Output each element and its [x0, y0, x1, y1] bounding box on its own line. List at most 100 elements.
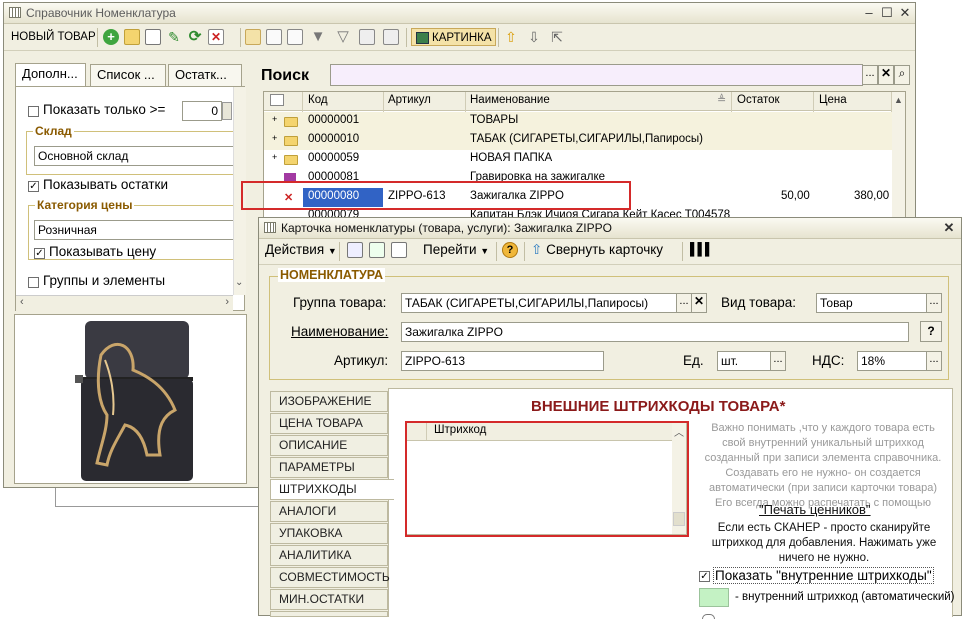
show-only-checkbox[interactable] — [28, 106, 39, 117]
group-clear-icon[interactable]: ✕ — [691, 293, 707, 313]
vat-label: НДС: — [812, 353, 845, 368]
select-icon[interactable]: ⇱ — [549, 29, 565, 45]
tab-list[interactable]: Список ... — [90, 64, 166, 86]
actions-menu[interactable]: Действия ▼ — [265, 242, 337, 257]
tab-additional[interactable]: Дополн... — [15, 63, 86, 87]
picture-toggle-button[interactable]: КАРТИНКА — [411, 28, 496, 46]
column-article[interactable]: Артикул — [388, 94, 431, 106]
tab-parameters[interactable]: ПАРАМЕТРЫ — [270, 457, 388, 478]
hierarchy-icon[interactable] — [245, 29, 261, 45]
expand-icon[interactable]: + — [272, 133, 277, 143]
picture-icon — [416, 32, 429, 44]
column-code[interactable]: Код — [308, 94, 328, 106]
window-icon — [9, 7, 21, 18]
calculator-icon[interactable] — [222, 102, 232, 120]
search-clear-icon[interactable]: ✕ — [878, 65, 894, 85]
show-internal-checkbox[interactable]: ✓ — [699, 571, 710, 582]
save-close-icon[interactable] — [369, 242, 385, 258]
edit-icon[interactable]: ✎ — [166, 29, 182, 45]
horizontal-scrollbar[interactable]: ‹ › — [16, 295, 233, 311]
search-select-button[interactable]: ... — [862, 65, 878, 85]
table-row[interactable]: + 00000001 ТОВАРЫ — [264, 112, 905, 131]
scanner-note: Если есть СКАНЕР - просто сканируйте штр… — [711, 522, 937, 564]
barcodes-heading: ВНЕШНИЕ ШТРИХКОДЫ ТОВАРА* — [531, 398, 786, 415]
add-icon[interactable]: + — [103, 29, 119, 45]
table-settings-icon[interactable] — [270, 94, 284, 106]
warehouse-field[interactable]: Основной склад — [34, 146, 234, 166]
tab-barcodes[interactable]: ШТРИХКОДЫ — [270, 479, 394, 500]
tab-price[interactable]: ЦЕНА ТОВАРА — [270, 413, 388, 434]
filter-icon[interactable]: ▼ — [310, 29, 326, 45]
groups-elements-label: Группы и элементы — [43, 273, 166, 288]
card-toolbar: Действия ▼ Перейти ▼ ? ⇧ Свернуть карточ… — [259, 238, 961, 265]
barcode-icon[interactable]: ▌▌▌ — [690, 242, 713, 256]
delete-icon[interactable]: ✕ — [208, 29, 224, 45]
warehouse-group-title: Склад — [33, 124, 74, 138]
card-close-icon[interactable]: ✕ — [941, 220, 957, 235]
tab-min-balances[interactable]: МИН.ОСТАТКИ — [270, 589, 388, 610]
name-label[interactable]: Наименование: — [291, 324, 388, 339]
vat-select-button[interactable]: ... — [926, 351, 942, 371]
tab-description[interactable]: ОПИСАНИЕ — [270, 435, 388, 456]
go-to-menu[interactable]: Перейти ▼ — [423, 242, 489, 257]
table-scrollbar[interactable]: ▲ — [892, 92, 905, 220]
lighter-image — [75, 321, 193, 481]
move-down-icon[interactable]: ⇩ — [526, 29, 542, 45]
move-up-icon[interactable]: ⇧ — [503, 29, 519, 45]
copy-icon[interactable] — [145, 29, 161, 45]
show-balance-checkbox[interactable]: ✓ — [28, 181, 39, 192]
group-label: Группа товара: — [293, 295, 387, 310]
print-icon[interactable] — [383, 29, 399, 45]
table-row[interactable]: + 00000059 НОВАЯ ПАПКА — [264, 150, 905, 169]
cell-name: ТАБАК (СИГАРЕТЫ,СИГАРИЛЫ,Папиросы) — [470, 133, 703, 145]
tree-icon[interactable] — [287, 29, 303, 45]
table-row[interactable]: + 00000010 ТАБАК (СИГАРЕТЫ,СИГАРИЛЫ,Папи… — [264, 131, 905, 150]
group-field[interactable]: ТАБАК (СИГАРЕТЫ,СИГАРИЛЫ,Папиросы) — [401, 293, 678, 313]
price-category-field[interactable]: Розничная — [34, 220, 234, 240]
groups-elements-checkbox[interactable] — [28, 277, 39, 288]
name-field[interactable]: Зажигалка ZIPPO — [401, 322, 909, 342]
expand-icon[interactable]: + — [272, 152, 277, 162]
tab-packaging[interactable]: УПАКОВКА — [270, 523, 388, 544]
column-price[interactable]: Цена — [819, 94, 847, 106]
unit-select-button[interactable]: ... — [770, 351, 786, 371]
maximize-icon[interactable]: ☐ — [879, 5, 895, 20]
name-help-icon[interactable]: ? — [920, 321, 942, 342]
help-icon[interactable]: ? — [502, 242, 518, 258]
card-title: Карточка номенклатуры (товара, услуги): … — [281, 221, 612, 235]
column-name[interactable]: Наименование — [470, 94, 550, 106]
expand-icon[interactable]: + — [272, 114, 277, 124]
kind-field[interactable]: Товар — [816, 293, 928, 313]
document-icon[interactable] — [391, 242, 407, 258]
radio-partial[interactable] — [702, 614, 715, 619]
close-icon[interactable]: ✕ — [897, 5, 913, 20]
refresh-icon[interactable]: ⟳ — [187, 29, 203, 45]
list-icon[interactable] — [266, 29, 282, 45]
kind-select-button[interactable]: ... — [926, 293, 942, 313]
show-only-value[interactable]: 0 — [182, 101, 222, 121]
show-price-checkbox[interactable]: ✓ — [34, 248, 45, 259]
kind-label: Вид товара: — [721, 295, 797, 310]
tab-analytics[interactable]: АНАЛИТИКА — [270, 545, 388, 566]
article-field[interactable]: ZIPPO-613 — [401, 351, 604, 371]
column-balance[interactable]: Остаток — [737, 94, 780, 106]
minimize-icon[interactable]: – — [861, 5, 877, 20]
tab-image[interactable]: ИЗОБРАЖЕНИЕ — [270, 391, 388, 412]
collapse-card-button[interactable]: ⇧ Свернуть карточку — [531, 242, 663, 258]
group-select-button[interactable]: ... — [676, 293, 692, 313]
new-item-button[interactable]: НОВЫЙ ТОВАР — [8, 28, 99, 46]
vat-field[interactable]: 18% — [857, 351, 928, 371]
tab-analogs[interactable]: АНАЛОГИ — [270, 501, 388, 522]
tab-balances[interactable]: Остатк... — [168, 64, 242, 86]
add-folder-icon[interactable] — [124, 29, 140, 45]
unit-field[interactable]: шт. — [717, 351, 771, 371]
show-only-label: Показать только >= — [43, 102, 166, 117]
print-labels-link[interactable]: "Печать ценников" — [759, 502, 871, 517]
filter-settings-icon[interactable]: ▽ — [335, 29, 351, 45]
search-icon[interactable]: ⌕ — [894, 65, 910, 85]
save-icon[interactable] — [347, 242, 363, 258]
settings-icon[interactable] — [359, 29, 375, 45]
tab-more[interactable] — [270, 611, 388, 617]
tab-compatibility[interactable]: СОВМЕСТИМОСТЬ — [270, 567, 390, 588]
search-input[interactable] — [330, 64, 863, 86]
